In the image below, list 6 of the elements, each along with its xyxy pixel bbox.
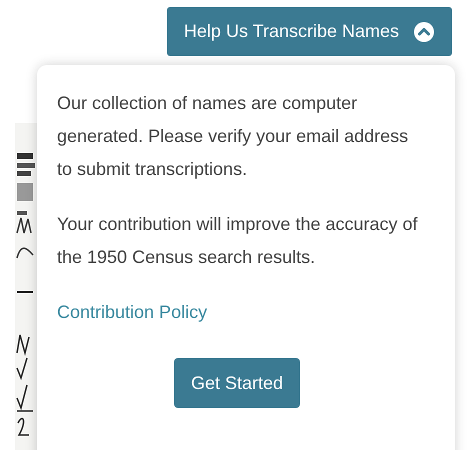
get-started-button[interactable]: Get Started <box>174 358 300 408</box>
info-paragraph: Our collection of names are computer generated. Please verify your email address to submit transcriptions. <box>57 92 410 181</box>
help-transcribe-button[interactable]: Help Us Transcribe Names <box>166 7 452 56</box>
contribution-policy-link[interactable]: Contribution Policy <box>57 302 208 322</box>
chevron-icon <box>413 20 435 42</box>
info-paragraph: Your contribution will improve the accuracy of the 1950 Census search results. <box>57 213 419 269</box>
